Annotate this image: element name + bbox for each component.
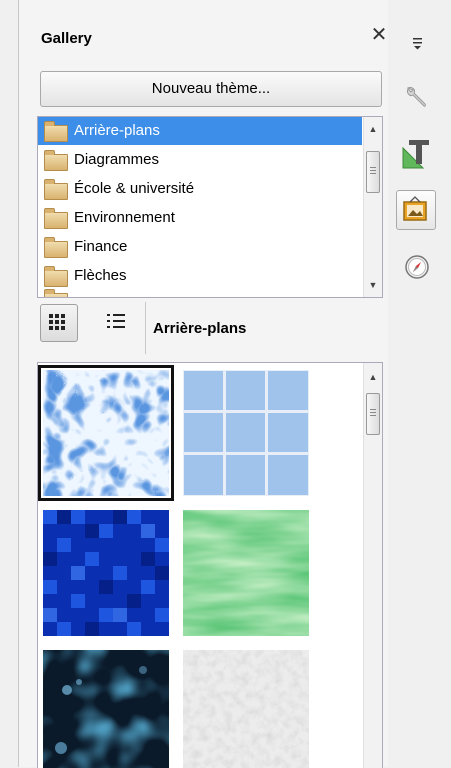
detail-view-button[interactable] <box>98 304 134 340</box>
theme-list[interactable]: Arrière-plans Diagrammes École & univers… <box>37 116 383 298</box>
scroll-up-icon[interactable]: ▲ <box>364 369 382 385</box>
theme-item-label: École & université <box>74 180 195 197</box>
folder-icon <box>44 121 68 142</box>
gallery-deck: Gallery ✕ Nouveau thème... Arrière-plans… <box>18 0 389 768</box>
folder-icon <box>44 179 68 200</box>
styles-tab[interactable] <box>398 134 436 172</box>
gallery-tab[interactable] <box>396 190 436 230</box>
theme-item-label: Arrière-plans <box>74 122 160 139</box>
water-texture-image <box>43 370 169 496</box>
properties-tab[interactable] <box>398 78 436 116</box>
navigator-compass-icon <box>405 255 429 279</box>
gallery-item-blue-mosaic[interactable] <box>43 510 169 636</box>
blue-mosaic-texture-image <box>43 510 169 636</box>
current-theme-label: Arrière-plans <box>153 320 247 337</box>
theme-item-ecole-universite[interactable]: École & université <box>38 175 362 203</box>
white-stucco-texture-image <box>183 650 309 768</box>
sidebar-tab-bar <box>388 0 451 767</box>
folder-icon <box>44 266 68 287</box>
gallery-item-dark-bubbles[interactable] <box>43 650 169 768</box>
theme-item-finance[interactable]: Finance <box>38 233 362 261</box>
theme-list-scrollbar[interactable]: ▲ ▼ <box>363 117 382 297</box>
folder-icon <box>44 150 68 171</box>
scrollbar-thumb[interactable] <box>366 151 380 193</box>
properties-wrench-icon <box>406 87 426 107</box>
theme-item-environnement[interactable]: Environnement <box>38 204 362 232</box>
theme-item-label: Environnement <box>74 209 175 226</box>
gallery-scrollbar[interactable]: ▲ <box>363 363 382 768</box>
grid-view-icon <box>49 314 67 332</box>
gallery-item-grid[interactable]: ▲ <box>37 362 383 768</box>
scrollbar-thumb[interactable] <box>366 393 380 435</box>
theme-item-partial <box>38 289 362 297</box>
folder-icon <box>44 237 68 258</box>
theme-item-diagrammes[interactable]: Diagrammes <box>38 146 362 174</box>
sidebar-menu-button[interactable] <box>398 24 436 62</box>
folder-icon <box>44 208 68 229</box>
list-view-icon <box>107 314 125 330</box>
theme-item-label: Finance <box>74 238 128 255</box>
blue-tiles-texture-image <box>183 370 309 496</box>
dark-bubbles-texture-image <box>43 650 169 768</box>
gallery-item-green-marble[interactable] <box>183 510 309 636</box>
close-icon[interactable]: ✕ <box>369 24 389 46</box>
sidebar-menu-icon <box>413 38 422 50</box>
gallery-item-blue-tiles[interactable] <box>183 370 309 496</box>
theme-item-fleches[interactable]: Flèches <box>38 262 362 290</box>
theme-item-arriere-plans[interactable]: Arrière-plans <box>38 117 362 145</box>
theme-item-label: Flèches <box>74 267 127 284</box>
deck-title: Gallery <box>41 30 92 47</box>
gallery-icon <box>403 196 427 221</box>
gallery-item-white-stucco[interactable] <box>183 650 309 768</box>
gallery-item-water[interactable] <box>38 365 174 501</box>
folder-icon <box>44 289 68 297</box>
scroll-down-icon[interactable]: ▼ <box>364 277 382 293</box>
navigator-tab[interactable] <box>398 248 436 286</box>
green-marble-texture-image <box>183 510 309 636</box>
icon-view-button[interactable] <box>40 304 78 342</box>
theme-item-label: Diagrammes <box>74 151 160 168</box>
toolbar-separator <box>145 302 146 354</box>
new-theme-button[interactable]: Nouveau thème... <box>40 71 382 107</box>
styles-icon <box>402 140 429 169</box>
scroll-up-icon[interactable]: ▲ <box>364 121 382 137</box>
